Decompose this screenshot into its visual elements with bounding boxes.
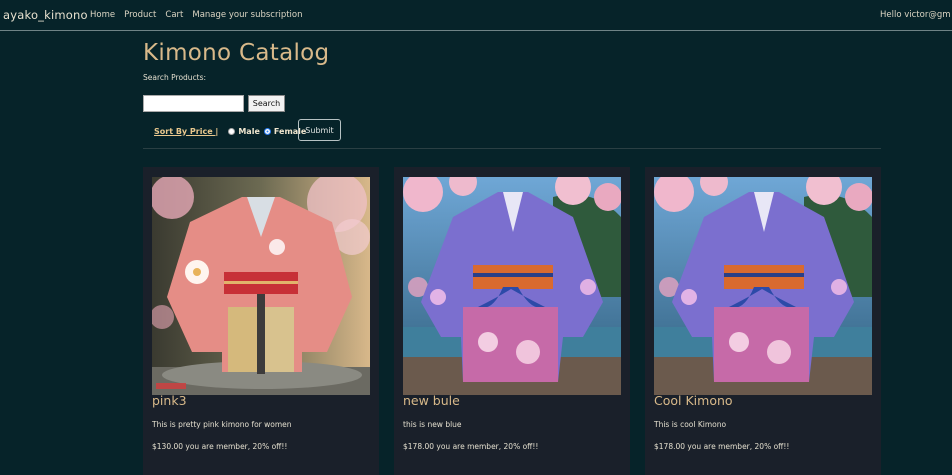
submit-button[interactable]: Submit bbox=[298, 119, 341, 141]
brand-logo[interactable]: ayako_kimono bbox=[3, 8, 88, 22]
product-card[interactable]: pink3 This is pretty pink kimono for wom… bbox=[143, 167, 379, 475]
product-card[interactable]: new bule this is new blue $178.00 you ar… bbox=[394, 167, 630, 475]
search-input[interactable] bbox=[143, 95, 244, 112]
sort-by-price-link[interactable]: Sort By Price | bbox=[154, 127, 218, 136]
radio-female-dot[interactable] bbox=[263, 127, 271, 135]
user-greeting[interactable]: Hello victor@gm bbox=[880, 10, 951, 20]
search-label: Search Products: bbox=[143, 73, 207, 82]
product-name[interactable]: new bule bbox=[403, 393, 460, 408]
product-card[interactable]: Cool Kimono This is cool Kimono $178.00 … bbox=[645, 167, 881, 475]
product-price: $178.00 you are member, 20% off!! bbox=[654, 442, 790, 451]
section-divider bbox=[143, 148, 881, 149]
product-description: This is cool Kimono bbox=[654, 420, 727, 429]
product-description: this is new blue bbox=[403, 420, 462, 429]
nav-link-cart[interactable]: Cart bbox=[165, 10, 183, 20]
nav-link-home[interactable]: Home bbox=[90, 10, 115, 20]
product-price: $130.00 you are member, 20% off!! bbox=[152, 442, 288, 451]
product-name[interactable]: pink3 bbox=[152, 393, 187, 408]
product-image-blue-kimono[interactable] bbox=[403, 177, 621, 395]
nav-link-product[interactable]: Product bbox=[124, 10, 156, 20]
nav-link-subscription[interactable]: Manage your subscription bbox=[192, 10, 302, 20]
nav-links: Home Product Cart Manage your subscripti… bbox=[90, 10, 303, 20]
radio-male-label: Male bbox=[238, 126, 260, 136]
product-price: $178.00 you are member, 20% off!! bbox=[403, 442, 539, 451]
radio-male-dot[interactable] bbox=[228, 127, 236, 135]
product-description: This is pretty pink kimono for women bbox=[152, 420, 292, 429]
page-title: Kimono Catalog bbox=[143, 40, 330, 66]
product-name[interactable]: Cool Kimono bbox=[654, 393, 733, 408]
filter-row: Sort By Price | Male Female bbox=[154, 122, 310, 140]
product-image-cool-kimono[interactable] bbox=[654, 177, 872, 395]
search-button[interactable]: Search bbox=[248, 95, 285, 112]
radio-male[interactable]: Male bbox=[228, 127, 260, 136]
top-navbar: ayako_kimono Home Product Cart Manage yo… bbox=[0, 0, 952, 31]
product-image-pink-kimono[interactable] bbox=[152, 177, 370, 395]
